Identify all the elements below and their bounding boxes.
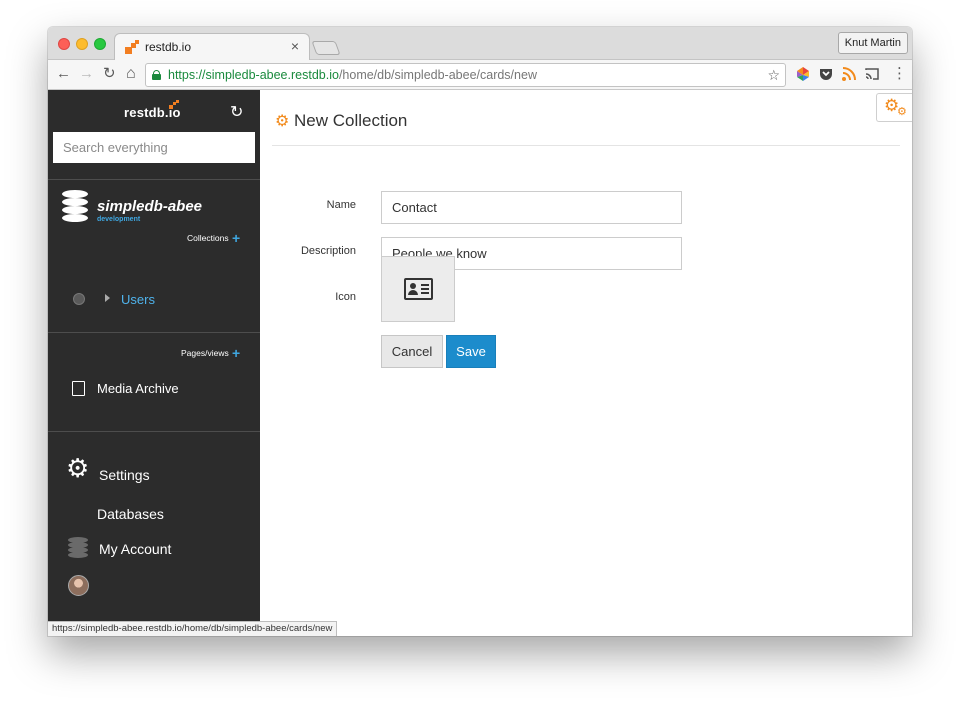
- sidebar-item-media-archive[interactable]: Media Archive: [97, 381, 179, 396]
- user-collection-icon: [73, 293, 85, 305]
- maximize-window-button[interactable]: [94, 38, 106, 50]
- image-icon: [72, 381, 85, 396]
- pages-label: Pages/views: [181, 348, 229, 358]
- sidebar-divider: [48, 179, 260, 180]
- sidebar-item-my-account[interactable]: My Account: [99, 541, 171, 557]
- name-label: Name: [326, 199, 356, 211]
- sidebar-item-databases[interactable]: Databases: [97, 506, 164, 522]
- back-arrow-icon[interactable]: ←: [56, 66, 71, 82]
- collections-label: Collections: [187, 233, 229, 243]
- extension-colorful-icon[interactable]: [795, 66, 811, 82]
- collection-gear-icon: ⚙: [275, 113, 290, 130]
- add-collection-icon[interactable]: +: [232, 231, 240, 245]
- address-url: https://simpledb-abee.restdb.io/home/db/…: [168, 68, 537, 82]
- id-card-icon: [404, 278, 433, 300]
- url-path: /home/db/simpledb-abee/cards/new: [338, 68, 537, 82]
- restdb-favicon-icon: [125, 40, 139, 54]
- sidebar-item-users[interactable]: Users: [121, 292, 155, 307]
- new-tab-button[interactable]: [311, 41, 341, 55]
- database-icon: [62, 190, 88, 222]
- browser-toolbar: ← → ↻ ⌂ https://simpledb-abee.restdb.io/…: [48, 60, 912, 90]
- tab-title: restdb.io: [145, 40, 192, 54]
- reload-icon[interactable]: ↻: [103, 66, 116, 82]
- home-icon[interactable]: ⌂: [126, 66, 136, 82]
- database-name[interactable]: simpledb-abee: [97, 198, 202, 215]
- settings-gear-icon: ⚙: [66, 453, 90, 483]
- caret-right-icon[interactable]: [105, 294, 110, 302]
- databases-icon: [68, 537, 88, 559]
- browser-window: restdb.io × Knut Martin ← → ↻ ⌂ https://…: [48, 27, 912, 636]
- cast-icon[interactable]: [864, 66, 880, 82]
- profile-button[interactable]: Knut Martin: [837, 32, 908, 54]
- tab-close-icon[interactable]: ×: [291, 38, 299, 54]
- address-bar[interactable]: https://simpledb-abee.restdb.io/home/db/…: [145, 63, 786, 87]
- settings-toggle-button[interactable]: ⚙ ⚙: [876, 93, 912, 122]
- tab-strip: restdb.io × Knut Martin: [48, 27, 912, 60]
- lock-icon: [152, 70, 161, 80]
- status-url-bubble: https://simpledb-abee.restdb.io/home/db/…: [48, 621, 338, 636]
- icon-picker[interactable]: [381, 256, 455, 322]
- browser-tab[interactable]: restdb.io ×: [114, 33, 310, 60]
- description-label: Description: [300, 245, 356, 257]
- main-content: ⚙ ⚙ ⚙ New Collection Name Description Ic…: [260, 90, 912, 636]
- cancel-button[interactable]: Cancel: [381, 335, 443, 368]
- forward-arrow-icon[interactable]: →: [79, 66, 94, 82]
- bookmark-star-icon[interactable]: ☆: [767, 67, 780, 84]
- refresh-icon[interactable]: ↻: [230, 102, 243, 122]
- minimize-window-button[interactable]: [76, 38, 88, 50]
- title-divider: [272, 145, 900, 146]
- rss-extension-icon[interactable]: [841, 66, 857, 82]
- pocket-extension-icon[interactable]: [818, 66, 834, 82]
- avatar: [68, 575, 89, 596]
- sidebar-divider: [48, 431, 260, 432]
- gear-small-icon: ⚙: [897, 106, 907, 118]
- search-input[interactable]: [53, 132, 255, 163]
- close-window-button[interactable]: [58, 38, 70, 50]
- sidebar-item-settings[interactable]: Settings: [99, 467, 150, 483]
- page-title: New Collection: [294, 111, 408, 130]
- name-field[interactable]: [381, 191, 682, 224]
- icon-label: Icon: [335, 291, 356, 303]
- browser-menu-icon[interactable]: ⋮: [892, 66, 907, 82]
- sidebar: restdb.io ↻ simpledb-abee development Co…: [48, 90, 260, 622]
- sidebar-divider: [48, 332, 260, 333]
- database-env: development: [97, 216, 141, 223]
- brand-mark-icon: [169, 100, 179, 110]
- url-host: https://simpledb-abee.restdb.io: [168, 68, 339, 82]
- save-button[interactable]: Save: [446, 335, 496, 368]
- add-page-icon[interactable]: +: [232, 346, 240, 360]
